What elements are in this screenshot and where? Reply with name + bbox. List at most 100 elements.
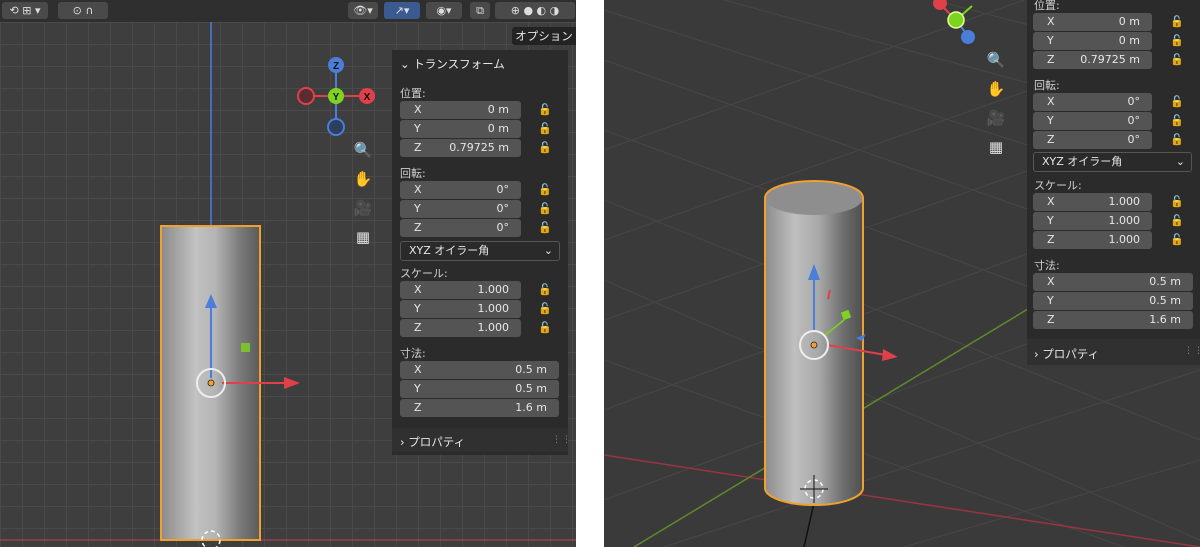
proportional-edit-button[interactable]: ⊙ ∩ [58,2,108,19]
field-value: 0° [1127,114,1141,127]
location-z-field[interactable]: Z 0.79725 m [400,139,521,157]
location-x-field[interactable]: X 0 m [400,101,521,119]
field-value: 1.000 [1108,233,1141,246]
field-value: 1.6 m [515,401,547,414]
lock-icon[interactable]: 🔓 [1170,133,1184,147]
camera-icon[interactable]: 🎥 [351,196,375,220]
lock-icon[interactable]: 🔓 [538,141,552,155]
rotation-z-field[interactable]: Z 0° [1033,131,1152,149]
rotation-x-field[interactable]: X 0° [1033,93,1152,111]
axis-label: Y [1047,34,1054,47]
viewport-front[interactable]: Z X Y ⟲ ⊞ ▾ ⊙ ∩ 👁▾ ↗▾ ◉▾ ⧉ ⊕ ● ◐ ◑ オプション… [0,0,576,547]
location-x-field[interactable]: X 0 m [1033,13,1152,31]
snap-button[interactable]: ⟲ ⊞ ▾ [2,2,48,19]
scale-z-field[interactable]: Z 1.000 [400,319,521,337]
dimensions-z-field[interactable]: Z 1.6 m [1033,311,1193,329]
rotation-z-field[interactable]: Z 0° [400,219,521,237]
dimensions-label: 寸法: [400,347,426,360]
scale-z-field[interactable]: Z 1.000 [1033,231,1152,249]
dimensions-y-field[interactable]: Y 0.5 m [1033,292,1193,310]
lock-icon[interactable]: 🔓 [538,183,552,197]
transform-title: トランスフォーム [413,57,505,71]
gizmo-toggle-button[interactable]: ↗▾ [384,2,420,19]
axis-label: Y [1047,294,1054,307]
nav-gizmo-y [947,11,965,29]
rotation-label: 回転: [400,167,426,180]
axis-label: X [414,283,422,296]
dimensions-y-field[interactable]: Y 0.5 m [400,380,559,398]
lock-icon[interactable]: 🔓 [1170,114,1184,128]
rotation-x-field[interactable]: X 0° [400,181,521,199]
scale-y-field[interactable]: Y 1.000 [1033,212,1152,230]
zoom-icon[interactable]: 🔍 [351,138,375,162]
field-value: 0° [496,183,510,196]
field-value: 0 m [487,103,509,116]
dimensions-z-field[interactable]: Z 1.6 m [400,399,559,417]
field-value: 1.000 [477,283,510,296]
lock-icon[interactable]: 🔓 [538,122,552,136]
lock-icon[interactable]: 🔓 [1170,53,1184,67]
drag-handle[interactable]: ⋮⋮ [552,435,572,445]
dimensions-x-field[interactable]: X 0.5 m [1033,273,1193,291]
lock-icon[interactable]: 🔓 [538,283,552,297]
location-y-field[interactable]: Y 0 m [1033,32,1152,50]
axis-label: Z [1047,233,1055,246]
scale-x-field[interactable]: X 1.000 [400,281,521,299]
field-value: 0.5 m [515,382,547,395]
lock-icon[interactable]: 🔓 [1170,15,1184,29]
object-origin [810,341,818,349]
properties-header[interactable]: › プロパティ [400,434,465,450]
lock-icon[interactable]: 🔓 [1170,214,1184,228]
field-value: 1.000 [1108,214,1141,227]
field-value: 1.000 [477,302,510,315]
axis-label: Z [414,141,422,154]
lock-icon[interactable]: 🔓 [1170,95,1184,109]
object-origin [207,379,215,387]
scale-y-field[interactable]: Y 1.000 [400,300,521,318]
lock-icon[interactable]: 🔓 [538,321,552,335]
rotation-mode-dropdown[interactable]: XYZ オイラー角 ⌄ [1033,152,1192,172]
location-y-field[interactable]: Y 0 m [400,120,521,138]
field-value: 0 m [1118,34,1140,47]
lock-icon[interactable]: 🔓 [538,103,552,117]
axis-label: Y [414,122,421,135]
lock-icon[interactable]: 🔓 [538,302,552,316]
lock-icon[interactable]: 🔓 [1170,233,1184,247]
drag-handle[interactable]: ⋮⋮ [1184,346,1200,356]
grid-icon[interactable]: ▦ [351,225,375,249]
zoom-icon[interactable]: 🔍 [984,48,1008,72]
nav-gizmo-z-label: Z [333,61,339,72]
field-value: 0.79725 m [1080,53,1140,66]
viewport-perspective[interactable]: 🔍 ✋ 🎥 ▦ 位置: X 0 m Y 0 m Z 0.79725 m 🔓 🔓 🔓 回… [604,0,1200,547]
visibility-button[interactable]: 👁▾ [348,2,378,19]
rotation-mode-dropdown[interactable]: XYZ オイラー角 ⌄ [400,241,560,261]
shading-buttons[interactable]: ⊕ ● ◐ ◑ [495,2,575,19]
rotation-y-field[interactable]: Y 0° [400,200,521,218]
axis-label: Z [414,321,422,334]
grid-icon[interactable]: ▦ [984,135,1008,159]
axis-label: Z [1047,133,1055,146]
dimensions-x-field[interactable]: X 0.5 m [400,361,559,379]
axis-label: X [1047,95,1055,108]
dropdown-value: XYZ オイラー角 [1042,155,1123,168]
field-value: 0.5 m [1149,275,1181,288]
xray-button[interactable]: ⧉ [470,2,490,19]
lock-icon[interactable]: 🔓 [1170,195,1184,209]
nav-gizmo-y-label: Y [333,92,340,103]
overlay-button[interactable]: ◉▾ [426,2,462,19]
options-button[interactable]: オプション [512,27,576,45]
lock-icon[interactable]: 🔓 [1170,34,1184,48]
location-z-field[interactable]: Z 0.79725 m [1033,51,1152,69]
camera-icon[interactable]: 🎥 [984,106,1008,130]
hand-icon[interactable]: ✋ [984,77,1008,101]
hand-icon[interactable]: ✋ [351,167,375,191]
lock-icon[interactable]: 🔓 [538,221,552,235]
properties-header[interactable]: › プロパティ [1034,346,1099,362]
lock-icon[interactable]: 🔓 [538,202,552,216]
transform-header[interactable]: ⌄ トランスフォーム [400,56,505,72]
axis-label: X [414,103,422,116]
rotation-y-field[interactable]: Y 0° [1033,112,1152,130]
scale-x-field[interactable]: X 1.000 [1033,193,1152,211]
chevron-down-icon: ⌄ [1175,155,1185,168]
scale-label: スケール: [400,267,448,280]
